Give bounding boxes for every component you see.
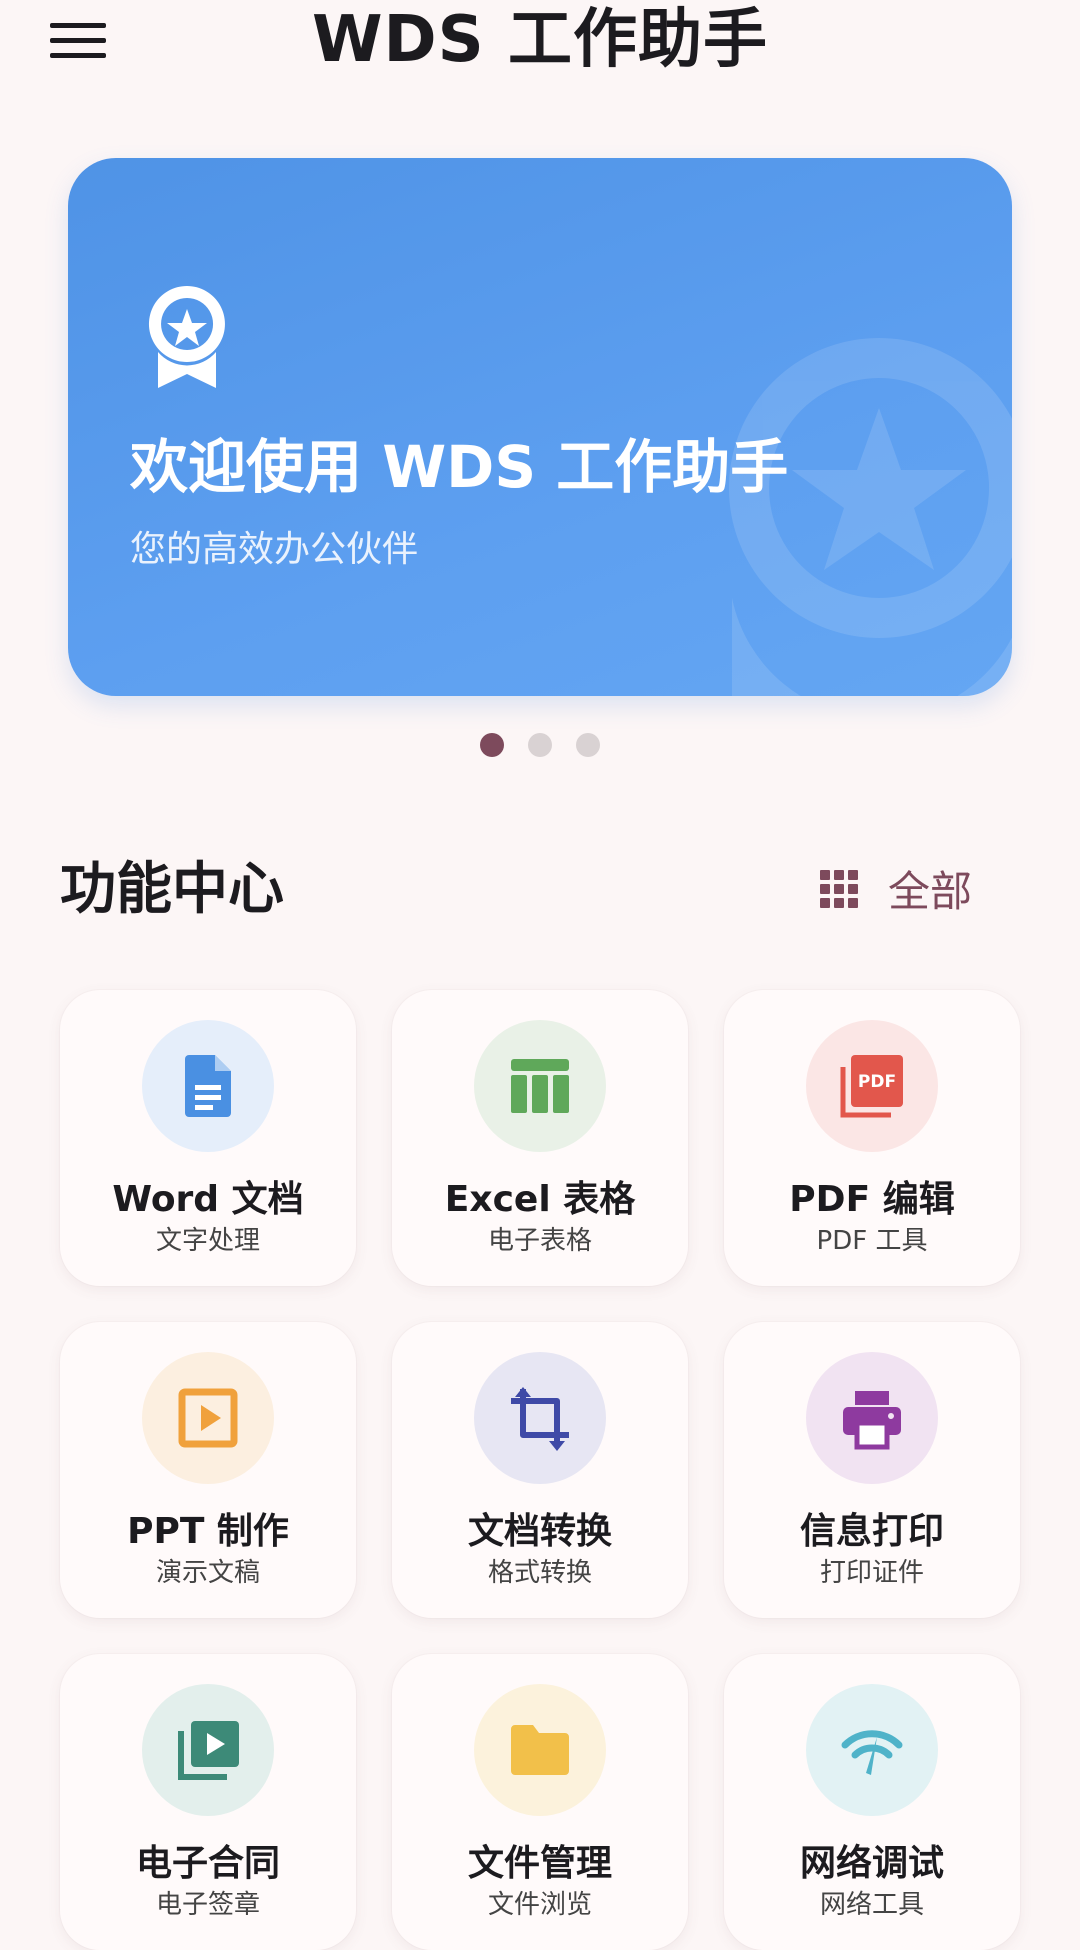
carousel-dot[interactable]	[480, 733, 504, 757]
card-title: 文档转换	[467, 1511, 612, 1552]
feature-card-word[interactable]: Word 文档 文字处理	[60, 990, 356, 1286]
card-subtitle: 打印证件	[819, 1558, 924, 1588]
banner-title: 欢迎使用 WDS 工作助手	[130, 433, 789, 501]
pdf-icon: PDF	[840, 1055, 903, 1118]
app-title: WDS 工作助手	[311, 3, 769, 77]
slideshow-icon	[178, 1388, 238, 1448]
icon-circle: PDF	[806, 1020, 938, 1152]
section-title: 功能中心	[60, 857, 284, 922]
printer-icon	[843, 1391, 901, 1450]
card-title: 文件管理	[467, 1843, 612, 1884]
video-library-icon	[178, 1721, 239, 1780]
feature-card-ppt[interactable]: PPT 制作 演示文稿	[60, 1322, 356, 1618]
icon-circle	[142, 1684, 274, 1816]
card-subtitle: 文件浏览	[487, 1890, 592, 1920]
card-title: Word 文档	[112, 1179, 304, 1220]
card-title: PPT 制作	[127, 1511, 289, 1552]
card-title: PDF 编辑	[789, 1179, 955, 1220]
card-subtitle: 网络工具	[819, 1890, 924, 1920]
card-subtitle: 电子签章	[155, 1890, 260, 1920]
card-title: 电子合同	[135, 1843, 280, 1884]
feature-card-convert[interactable]: 文档转换 格式转换	[392, 1322, 688, 1618]
feature-card-print[interactable]: 信息打印 打印证件	[724, 1322, 1020, 1618]
welcome-banner[interactable]: 欢迎使用 WDS 工作助手 您的高效办公伙伴	[68, 158, 1012, 696]
card-title: 网络调试	[799, 1843, 944, 1884]
svg-text:PDF: PDF	[858, 1072, 896, 1092]
icon-circle	[474, 1020, 606, 1152]
card-subtitle: 文字处理	[155, 1226, 260, 1256]
feature-card-excel[interactable]: Excel 表格 电子表格	[392, 990, 688, 1286]
icon-circle	[142, 1020, 274, 1152]
icon-circle	[806, 1684, 938, 1816]
crop-rotate-icon	[511, 1387, 569, 1451]
carousel-dot[interactable]	[528, 733, 552, 757]
carousel-dot[interactable]	[576, 733, 600, 757]
top-app-bar: WDS 工作助手	[0, 0, 1080, 90]
feature-card-network[interactable]: 网络调试 网络工具	[724, 1654, 1020, 1950]
view-all-button[interactable]: 全部	[819, 858, 972, 919]
feature-card-files[interactable]: 文件管理 文件浏览	[392, 1654, 688, 1950]
carousel-indicator	[0, 733, 1080, 757]
table-icon	[511, 1059, 569, 1113]
award-watermark-icon	[728, 338, 1012, 696]
folder-icon	[511, 1725, 569, 1775]
apps-grid-icon	[819, 869, 858, 908]
icon-circle	[142, 1352, 274, 1484]
view-all-label: 全部	[887, 867, 972, 916]
card-subtitle: 演示文稿	[155, 1558, 260, 1588]
card-title: 信息打印	[799, 1511, 944, 1552]
icon-circle	[474, 1684, 606, 1816]
icon-circle	[474, 1352, 606, 1484]
card-subtitle: 电子表格	[487, 1226, 592, 1256]
card-subtitle: PDF 工具	[816, 1226, 928, 1256]
icon-circle	[806, 1352, 938, 1484]
network-speed-icon	[841, 1730, 903, 1775]
banner-subtitle: 您的高效办公伙伴	[130, 529, 419, 570]
feature-card-contract[interactable]: 电子合同 电子签章	[60, 1654, 356, 1950]
card-subtitle: 格式转换	[487, 1558, 592, 1588]
award-icon	[148, 286, 225, 388]
document-icon	[185, 1055, 231, 1117]
card-title: Excel 表格	[444, 1179, 636, 1220]
feature-card-pdf[interactable]: PDF PDF 编辑 PDF 工具	[724, 990, 1020, 1286]
